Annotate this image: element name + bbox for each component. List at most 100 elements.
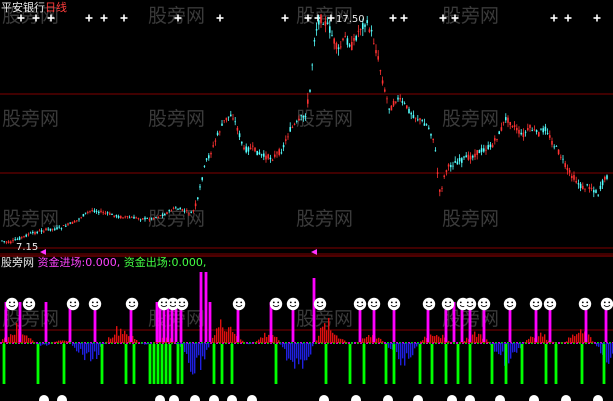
candle-body — [252, 145, 254, 147]
candle-body — [344, 36, 346, 38]
candle-body — [604, 176, 606, 180]
candle-body — [111, 213, 113, 215]
inflow-spike — [155, 302, 159, 342]
candle-body — [21, 236, 23, 238]
flow-bar-up — [138, 342, 140, 343]
candle-body — [1, 240, 3, 242]
candle-body — [210, 153, 212, 155]
flow-bar-up — [232, 332, 234, 343]
outflow-spike — [544, 344, 548, 384]
flow-bar-down — [400, 343, 402, 366]
flow-bar-up — [474, 331, 476, 343]
candle-body — [221, 123, 223, 126]
candle-body — [10, 241, 12, 244]
candle-body — [432, 138, 434, 141]
candle-body — [509, 121, 511, 126]
inflow-spike — [312, 278, 316, 342]
flow-bar-down — [98, 343, 100, 356]
flow-bar-up — [480, 334, 482, 343]
candle-body — [258, 152, 261, 155]
candle-body — [502, 121, 505, 123]
flow-bar-up — [366, 337, 368, 343]
watermark-text: 股旁网 — [148, 5, 205, 27]
candle-body — [467, 154, 470, 160]
flow-bar-up — [448, 340, 450, 343]
candle-body — [241, 141, 243, 144]
flow-bar-up — [136, 340, 138, 343]
candle-body — [161, 214, 164, 217]
candle-body — [183, 210, 186, 212]
flow-bar-down — [406, 343, 408, 354]
watermark-text: 股旁网 — [442, 5, 499, 27]
outflow-spike — [384, 344, 388, 384]
flow-bar-down — [250, 343, 252, 344]
flow-bar-up — [66, 340, 68, 343]
smiley-face-icon — [22, 297, 36, 311]
smiley-face-icon — [313, 297, 327, 311]
flow-bar-down — [410, 343, 412, 358]
candle-body — [348, 44, 351, 47]
flow-bar-down — [188, 343, 190, 363]
flow-bar-up — [430, 334, 432, 343]
outflow-spike — [468, 344, 472, 384]
flow-bar-down — [192, 343, 194, 375]
candle-body — [571, 175, 573, 179]
candle-body — [549, 135, 551, 138]
candle-body — [170, 210, 173, 212]
candle-body — [535, 130, 538, 132]
flow-bar-up — [568, 337, 570, 343]
flow-bar-down — [282, 343, 284, 348]
smiley-face-icon — [353, 297, 367, 311]
outflow-spike — [124, 344, 128, 384]
smiley-face-icon — [600, 297, 613, 311]
flow-bar-up — [466, 337, 468, 343]
flow-bar-down — [498, 343, 500, 355]
candle-body — [390, 105, 393, 111]
candle-body — [245, 146, 247, 153]
candle-body — [84, 212, 87, 214]
flow-bar-down — [518, 343, 520, 349]
candle-body — [377, 56, 379, 60]
flow-bar-up — [438, 336, 440, 343]
watermark-text: 股旁网 — [296, 208, 353, 230]
inflow-label: 资金进场: — [37, 256, 86, 269]
candle-body — [186, 210, 188, 212]
candle-body — [69, 222, 71, 224]
candle-body — [175, 207, 177, 209]
candle-body — [157, 216, 159, 218]
candle-body — [386, 98, 388, 100]
candle-body — [458, 157, 461, 162]
candle-body — [197, 197, 199, 199]
candle-body — [36, 231, 38, 234]
outflow-label: 资金出场: — [123, 256, 172, 269]
flow-bar-up — [220, 319, 222, 343]
candle-body — [485, 149, 487, 151]
security-name: 平安银行 — [1, 1, 45, 14]
candle-body — [491, 144, 494, 148]
flow-bar-down — [148, 343, 150, 344]
flow-bar-up — [12, 335, 14, 343]
flow-bar-down — [42, 343, 44, 345]
candle-body — [500, 127, 503, 131]
flow-bar-up — [56, 341, 58, 343]
flow-bar-up — [124, 330, 126, 343]
flow-bar-down — [72, 343, 74, 346]
flow-bar-down — [142, 343, 144, 344]
candle-body — [557, 149, 560, 155]
smiley-face-icon — [463, 297, 477, 311]
flow-bar-up — [334, 334, 336, 343]
inflow-spike — [204, 272, 208, 342]
flow-bar-up — [460, 341, 462, 343]
candle-body — [23, 235, 25, 237]
flow-bar-up — [112, 337, 114, 343]
flow-bar-down — [496, 343, 498, 352]
watermark-text: 股旁网 — [148, 208, 205, 230]
flow-bar-up — [368, 335, 370, 343]
flow-bar-up — [106, 341, 108, 343]
candle-body — [520, 132, 522, 135]
candle-body — [249, 147, 252, 150]
flow-bar-up — [274, 336, 276, 343]
flow-bar-up — [576, 334, 578, 343]
candle-body — [7, 241, 10, 244]
flow-bar-up — [8, 337, 10, 343]
